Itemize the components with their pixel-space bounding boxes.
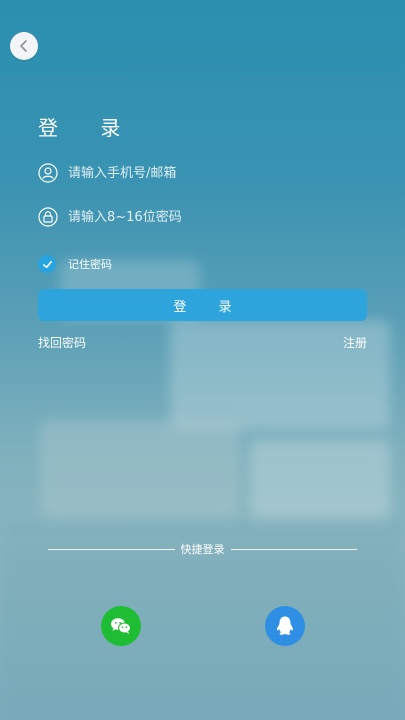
background-blur-shape [250,440,390,520]
account-field[interactable] [38,155,368,191]
background-blur-shape [40,420,240,520]
quick-login-label: 快捷登录 [180,543,225,556]
page-title: 登 录 [38,116,139,140]
login-button[interactable]: 登 录 [38,289,367,321]
remember-label: 记住密码 [68,258,112,271]
account-input[interactable] [66,164,368,182]
wechat-login-button[interactable] [101,606,141,646]
user-icon [38,163,58,183]
qq-login-button[interactable] [265,606,305,646]
divider-line [48,548,175,550]
quick-login-divider: 快捷登录 [48,541,357,557]
password-field[interactable] [38,199,368,235]
remember-checkbox[interactable] [38,255,56,273]
qq-icon [277,616,293,635]
register-link[interactable]: 注册 [343,334,367,351]
checkmark-icon [42,260,52,268]
divider-line [230,548,357,550]
wechat-icon [111,618,131,634]
chevron-left-icon [20,40,27,52]
forgot-password-link[interactable]: 找回密码 [38,334,86,351]
remember-password[interactable]: 记住密码 [38,255,112,273]
password-input[interactable] [66,208,368,226]
back-button[interactable] [10,32,38,60]
lock-icon [38,207,58,227]
